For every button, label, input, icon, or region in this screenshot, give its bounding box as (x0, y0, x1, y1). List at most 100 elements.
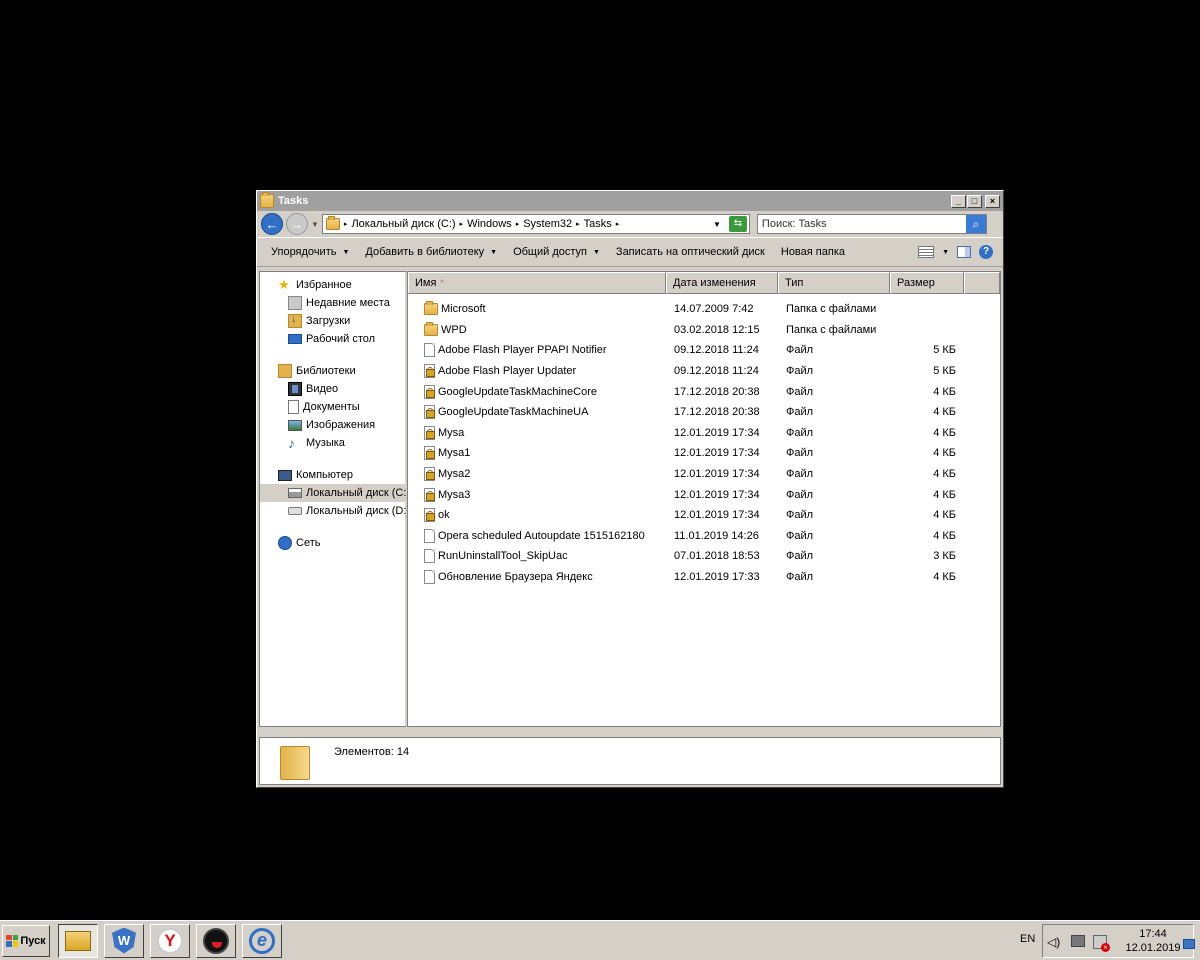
breadcrumb-separator-icon[interactable]: ▸ (460, 220, 464, 228)
nav-item-images[interactable]: Изображения (260, 416, 405, 434)
column-header-size[interactable]: Размер (890, 272, 964, 294)
file-name-cell: Mysa3 (408, 487, 666, 502)
file-name-cell: GoogleUpdateTaskMachineCore (408, 384, 666, 399)
file-row[interactable]: Adobe Flash Player PPAPI Notifier 09.12.2… (408, 340, 1000, 361)
forward-button[interactable]: → (286, 213, 308, 235)
search-input[interactable]: Поиск: Tasks ⌕ (756, 214, 987, 234)
file-row[interactable]: WPD 03.02.2018 12:15 Папка с файлами (408, 320, 1000, 341)
file-date: 12.01.2019 17:34 (674, 426, 760, 439)
minimize-button[interactable]: _ (951, 194, 966, 208)
organize-button[interactable]: Упорядочить ▼ (263, 246, 357, 258)
chevron-down-icon[interactable]: ▼ (942, 249, 949, 256)
file-row[interactable]: Mysa 12.01.2019 17:34 Файл 4 КБ (408, 423, 1000, 444)
file-row[interactable]: GoogleUpdateTaskMachineCore 17.12.2018 20… (408, 381, 1000, 402)
breadcrumb-separator-icon[interactable]: ▸ (344, 220, 348, 228)
file-name: ok (438, 509, 450, 522)
network-tray-icon[interactable] (1071, 935, 1085, 947)
file-date: 03.02.2018 12:15 (674, 323, 760, 336)
new-folder-button[interactable]: Новая папка (773, 246, 853, 258)
nav-item-computer[interactable]: Компьютер (260, 466, 405, 484)
breadcrumb-item[interactable]: System32 (523, 218, 572, 230)
favorites-group: ★ Избранное Недавние места Загрузки Рабо… (260, 276, 405, 348)
close-button[interactable]: × (985, 194, 1000, 208)
taskbar-avast-button[interactable] (196, 923, 236, 958)
breadcrumb-separator-icon[interactable]: ▸ (516, 220, 520, 228)
file-row[interactable]: Mysa1 12.01.2019 17:34 Файл 4 КБ (408, 443, 1000, 464)
locked-file-icon (424, 487, 435, 502)
file-type: Файл (786, 447, 814, 460)
file-row[interactable]: Mysa3 12.01.2019 17:34 Файл 4 КБ (408, 484, 1000, 505)
nav-item-music[interactable]: ♪ Музыка (260, 434, 405, 452)
refresh-icon[interactable]: ⇆ (728, 216, 747, 232)
file-name-cell: RunUninstallTool_SkipUac (408, 549, 666, 564)
file-row[interactable]: Opera scheduled Autoupdate 1515162180 11.… (408, 526, 1000, 547)
column-header-date[interactable]: Дата изменения (666, 272, 778, 294)
nav-item-drive-d[interactable]: Локальный диск (D:) (260, 502, 410, 520)
view-options-icon[interactable] (918, 246, 935, 258)
file-row[interactable]: GoogleUpdateTaskMachineUA 17.12.2018 20:3… (408, 402, 1000, 423)
file-date: 17.12.2018 20:38 (674, 385, 760, 398)
action-center-icon[interactable] (1093, 935, 1110, 952)
column-header-name[interactable]: Имя ^ (408, 272, 666, 294)
title-bar[interactable]: Tasks _ □ × (257, 191, 1003, 211)
help-icon[interactable]: ? (979, 245, 993, 259)
file-date: 09.12.2018 11:24 (674, 365, 759, 378)
speaker-icon[interactable]: ◁) (1047, 935, 1061, 949)
file-name-cell: Обновление Браузера Яндекс (408, 570, 666, 585)
clock-time: 17:44 (1139, 928, 1167, 940)
file-row[interactable]: ok 12.01.2019 17:34 Файл 4 КБ (408, 505, 1000, 526)
nav-item-recent-places[interactable]: Недавние места (260, 294, 405, 312)
file-row[interactable]: Обновление Браузера Яндекс 12.01.2019 17:… (408, 567, 1000, 588)
breadcrumb-item[interactable]: Локальный диск (C:) (351, 218, 455, 230)
nav-item-documents[interactable]: Документы (260, 398, 405, 416)
downloads-icon (288, 313, 302, 328)
taskbar-wise-care-button[interactable]: W (104, 923, 144, 958)
history-dropdown-icon[interactable]: ▼ (311, 220, 319, 229)
file-list: Имя ^ Дата изменения Тип Размер Microsoft… (407, 271, 1001, 727)
nav-item-drive-c[interactable]: Локальный диск (C:) (260, 484, 410, 502)
nav-item-downloads[interactable]: Загрузки (260, 312, 405, 330)
file-row[interactable]: Adobe Flash Player Updater 09.12.2018 11:… (408, 361, 1000, 382)
nav-item-desktop[interactable]: Рабочий стол (260, 330, 405, 348)
file-size: 5 КБ (933, 344, 956, 357)
show-desktop-icon[interactable] (1183, 939, 1195, 949)
clock[interactable]: 17:44 12.01.2019 (1121, 927, 1185, 955)
file-date: 11.01.2019 14:26 (674, 529, 759, 542)
file-name-cell: Adobe Flash Player PPAPI Notifier (408, 343, 666, 358)
nav-item-network[interactable]: Сеть (260, 534, 405, 552)
libraries-group: Библиотеки Видео Документы Изображения ♪… (260, 362, 405, 452)
address-bar[interactable]: ▸ Локальный диск (C:) ▸ Windows ▸ System32 ▸ Ta… (321, 214, 750, 234)
file-name: Adobe Flash Player PPAPI Notifier (438, 344, 607, 357)
maximize-button[interactable]: □ (967, 194, 982, 208)
burn-button[interactable]: Записать на оптический диск (608, 246, 773, 258)
taskbar: Пуск W Y e EN ◁) 17:44 12.01.2019 (0, 920, 1200, 960)
file-name-cell: Microsoft (408, 301, 666, 316)
breadcrumb-item[interactable]: Tasks (584, 218, 612, 230)
start-button[interactable]: Пуск (2, 924, 50, 957)
breadcrumb-separator-icon[interactable]: ▸ (576, 220, 580, 228)
breadcrumb-separator-icon[interactable]: ▸ (616, 220, 620, 228)
preview-pane-icon[interactable] (957, 246, 971, 258)
add-to-library-button[interactable]: Добавить в библиотеку ▼ (357, 246, 505, 258)
breadcrumb-item[interactable]: Windows (467, 218, 512, 230)
share-button[interactable]: Общий доступ ▼ (505, 246, 608, 258)
file-row[interactable]: Microsoft 14.07.2009 7:42 Папка с файлами (408, 299, 1000, 320)
file-type: Файл (786, 509, 814, 522)
taskbar-apps: W Y e (58, 923, 282, 958)
file-type: Файл (786, 365, 814, 378)
taskbar-yandex-button[interactable]: Y (150, 923, 190, 958)
file-date: 12.01.2019 17:34 (674, 509, 760, 522)
nav-item-video[interactable]: Видео (260, 380, 405, 398)
taskbar-explorer-button[interactable] (58, 923, 98, 958)
nav-item-favorites[interactable]: ★ Избранное (260, 276, 405, 294)
language-indicator[interactable]: EN (1020, 933, 1035, 945)
nav-item-libraries[interactable]: Библиотеки (260, 362, 405, 380)
taskbar-ie-button[interactable]: e (242, 923, 282, 958)
address-dropdown-icon[interactable]: ▼ (713, 220, 721, 229)
back-button[interactable]: ← (261, 213, 283, 235)
folder-icon (260, 192, 274, 208)
file-row[interactable]: Mysa2 12.01.2019 17:34 Файл 4 КБ (408, 464, 1000, 485)
column-header-type[interactable]: Тип (778, 272, 890, 294)
file-row[interactable]: RunUninstallTool_SkipUac 07.01.2018 18:53… (408, 546, 1000, 567)
search-icon[interactable]: ⌕ (965, 215, 986, 233)
